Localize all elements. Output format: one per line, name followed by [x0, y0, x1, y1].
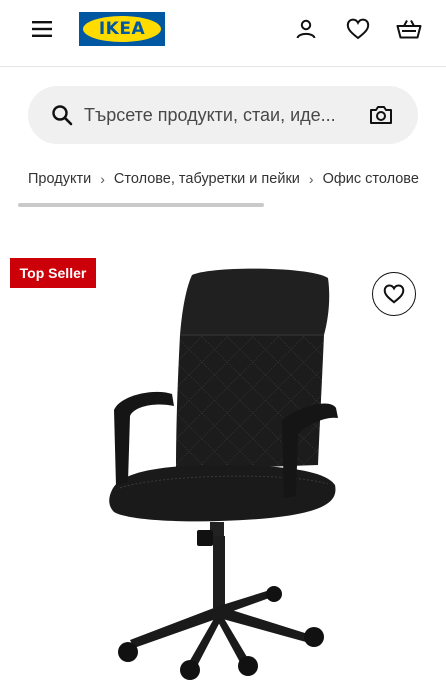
breadcrumb-scrollbar[interactable] — [18, 203, 264, 207]
breadcrumb-item-office-chairs[interactable]: Офис столове — [323, 171, 419, 187]
heart-icon[interactable] — [342, 13, 374, 45]
search-bar — [28, 86, 418, 144]
breadcrumb-separator: › — [100, 171, 105, 187]
camera-icon[interactable] — [368, 102, 394, 128]
breadcrumb-item-products[interactable]: Продукти — [28, 171, 91, 187]
breadcrumb: Продукти › Столове, табуретки и пейки › … — [28, 168, 446, 190]
breadcrumb-separator: › — [308, 171, 314, 187]
breadcrumb-item-chairs[interactable]: Столове, табуретки и пейки — [114, 171, 300, 187]
search-input[interactable] — [84, 86, 362, 144]
basket-icon[interactable] — [392, 13, 426, 45]
person-icon[interactable] — [290, 13, 322, 45]
hamburger-menu-icon[interactable] — [26, 13, 58, 45]
top-header: IKEA — [0, 0, 446, 67]
office-chair-image[interactable] — [100, 260, 350, 680]
magnifier-icon[interactable] — [50, 103, 74, 127]
logo-oval: IKEA — [83, 16, 161, 42]
top-seller-badge: Top Seller — [10, 258, 96, 288]
heart-outline-icon[interactable] — [372, 272, 416, 316]
logo-text: IKEA — [98, 19, 146, 39]
ikea-logo[interactable]: IKEA — [79, 12, 165, 46]
